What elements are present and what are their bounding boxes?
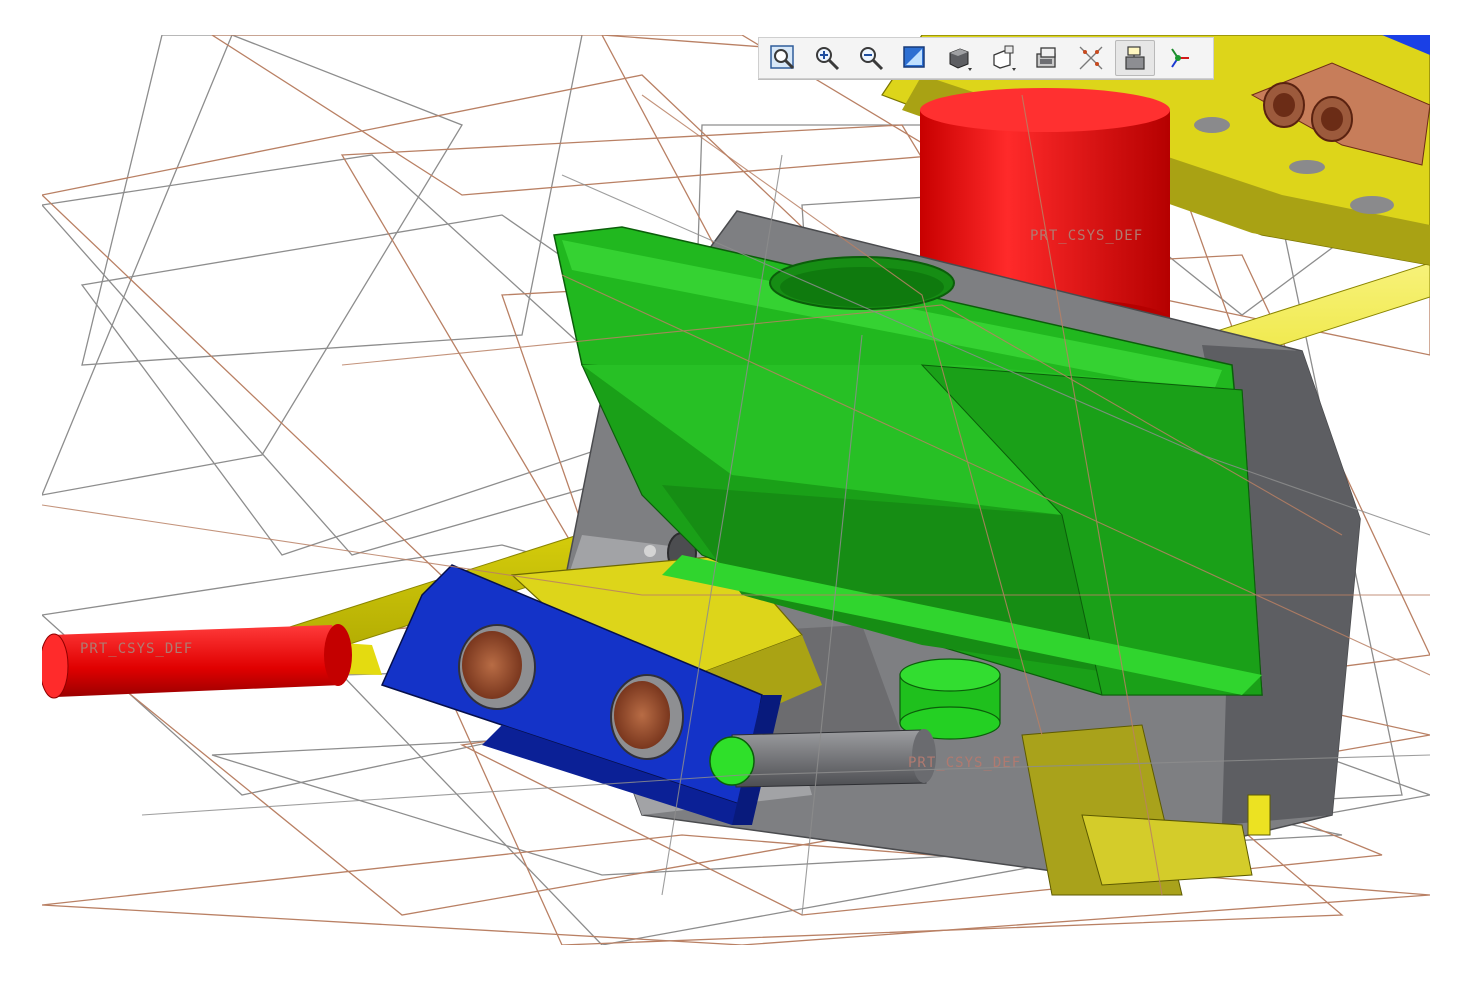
view-manager-icon — [1036, 47, 1056, 68]
spin-center-icon — [1171, 48, 1189, 68]
zoom-in-button[interactable] — [807, 40, 847, 76]
red-cylinder-horizontal: PRT_CSYS_DEF — [42, 624, 352, 699]
datum-display-button[interactable] — [1071, 40, 1111, 76]
model-scene[interactable]: PRT_CSYS_DEF PRT_CSYS_DEF PRT_CSYS_DEF — [42, 35, 1430, 945]
repaint-icon — [903, 46, 925, 68]
saved-views-icon — [993, 45, 1016, 71]
refit-view-button[interactable] — [763, 40, 803, 76]
refit-view-icon — [770, 45, 795, 70]
saved-views-button[interactable] — [983, 40, 1023, 76]
zoom-in-icon — [816, 47, 840, 71]
graphics-viewport[interactable]: PRT_CSYS_DEF PRT_CSYS_DEF PRT_CSYS_DEF — [42, 35, 1430, 945]
zoom-out-button[interactable] — [851, 40, 891, 76]
display-style-icon — [949, 48, 972, 71]
zoom-out-icon — [860, 47, 884, 71]
datum-display-icon — [1079, 46, 1103, 70]
annotation-display-icon — [1125, 46, 1145, 70]
spin-center-button[interactable] — [1159, 40, 1199, 76]
display-style-button[interactable] — [939, 40, 979, 76]
screenshot-frame: PRT_CSYS_DEF PRT_CSYS_DEF PRT_CSYS_DEF — [0, 0, 1470, 986]
graphics-toolbar — [758, 37, 1214, 79]
csys-label-cylinder-left: PRT_CSYS_DEF — [80, 641, 193, 657]
annotation-display-button[interactable] — [1115, 40, 1155, 76]
repaint-button[interactable] — [895, 40, 935, 76]
view-manager-button[interactable] — [1027, 40, 1067, 76]
